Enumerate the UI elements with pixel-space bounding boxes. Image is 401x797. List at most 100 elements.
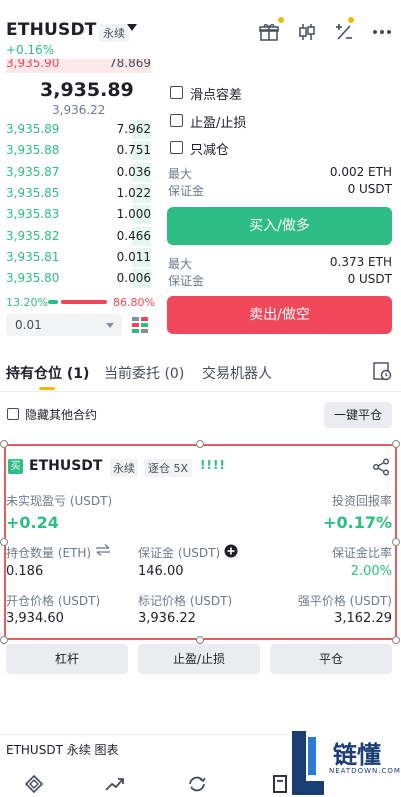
reduce-only-label: 只减仓: [190, 143, 230, 158]
liq-price-label: 强平价格 (USDT): [297, 594, 392, 608]
futures-icon[interactable]: [272, 774, 290, 797]
active-tab-indicator: [39, 387, 55, 390]
bid-price: 3,935.88: [6, 143, 60, 158]
home-icon[interactable]: [24, 774, 44, 797]
mark-price-value: 3,936.22: [138, 611, 196, 626]
chevron-down-icon: [106, 323, 114, 328]
markets-icon[interactable]: [104, 774, 126, 797]
bid-price: 3,935.87: [6, 164, 60, 179]
notification-dot: [278, 17, 284, 23]
leverage-button[interactable]: 杠杆: [6, 644, 128, 674]
bid-qty: 0.006: [116, 271, 151, 286]
resize-handle[interactable]: [196, 440, 204, 448]
precision-select[interactable]: 0.01: [6, 314, 122, 336]
watermark-title: 链懂: [333, 741, 381, 769]
bid-price: 3,935.80: [6, 271, 60, 286]
reduce-only-checkbox[interactable]: [170, 141, 183, 154]
bid-qty: 1.000: [116, 207, 151, 222]
buy-max-value: 0.002 ETH: [329, 165, 392, 179]
bid-row[interactable]: 3,935.82 0.466: [6, 226, 151, 247]
entry-price-label: 开仓价格 (USDT): [6, 594, 101, 608]
tabs-divider: [0, 391, 401, 392]
mark-price-label: 标记价格 (USDT): [138, 594, 233, 608]
resize-handle[interactable]: [0, 440, 8, 448]
add-margin-icon[interactable]: [224, 543, 238, 562]
share-icon[interactable]: [372, 458, 390, 480]
trade-icon[interactable]: [186, 774, 208, 797]
bid-price: 3,935.81: [6, 249, 60, 264]
candlestick-icon[interactable]: [296, 21, 318, 43]
watermark-logo-icon: [292, 731, 324, 795]
bid-row[interactable]: 3,935.81 0.011: [6, 247, 151, 268]
qty-label: 持仓数量 (ETH): [6, 546, 92, 560]
ask-qty: 78.869: [109, 59, 151, 70]
margin-value: 146.00: [138, 564, 184, 579]
sell-margin-value: 0 USDT: [347, 272, 392, 286]
watermark-subtitle: NEATDOWN.COM: [329, 767, 401, 775]
bid-row[interactable]: 3,935.80 0.006: [6, 268, 151, 289]
tp-sl-checkbox[interactable]: [170, 114, 183, 127]
resize-handle[interactable]: [196, 636, 204, 644]
precision-value: 0.01: [15, 318, 42, 332]
margin-ratio-value: 2.00%: [350, 564, 392, 579]
tp-sl-button[interactable]: 止盈/止损: [138, 644, 260, 674]
ask-price: 3,935.90: [6, 59, 60, 70]
resize-handle[interactable]: [0, 636, 8, 644]
entry-price-value: 3,934.60: [6, 611, 64, 626]
margin-label: 保证金 (USDT): [138, 546, 221, 560]
side-badge: 买: [8, 459, 23, 474]
bid-qty: 1.022: [116, 185, 151, 200]
chevron-down-icon[interactable]: [127, 24, 137, 31]
sell-max-value: 0.373 ETH: [329, 255, 392, 269]
leverage-badge[interactable]: 逐仓 5X: [144, 459, 193, 477]
resize-handle[interactable]: [392, 440, 400, 448]
bid-row[interactable]: 3,935.83 1.000: [6, 204, 151, 225]
sell-max-label: 最大: [168, 257, 193, 271]
margin-ratio-label: 保证金比率: [331, 546, 392, 560]
tab-positions[interactable]: 持有仓位 (1): [6, 363, 89, 383]
bid-row[interactable]: 3,935.89 7.962: [6, 119, 151, 140]
mark-price: 3,936.22: [52, 103, 106, 117]
chart-toggle[interactable]: ETHUSDT 永续 图表: [6, 741, 119, 758]
bid-ratio: 13.20%: [6, 296, 48, 309]
buy-long-button[interactable]: 买入/做多: [167, 207, 392, 245]
ask-row[interactable]: 3,935.90 78.869: [6, 59, 151, 73]
sell-short-button[interactable]: 卖出/做空: [167, 296, 392, 334]
liq-price-value: 3,162.29: [334, 611, 392, 626]
bid-qty: 0.751: [116, 143, 151, 158]
contract-type-badge: 永续: [99, 24, 129, 42]
tab-open-orders[interactable]: 当前委托 (0): [104, 363, 184, 383]
ask-ratio: 86.80%: [113, 296, 155, 309]
pnl-label: 未实现盈亏 (USDT): [6, 494, 113, 508]
more-icon[interactable]: [371, 21, 393, 43]
close-position-button[interactable]: 平仓: [270, 644, 392, 674]
bid-row[interactable]: 3,935.88 0.751: [6, 140, 151, 161]
tab-trading-bots[interactable]: 交易机器人: [202, 363, 272, 383]
resize-handle[interactable]: [392, 538, 400, 546]
swap-icon[interactable]: [95, 542, 111, 561]
slippage-checkbox[interactable]: [170, 86, 183, 99]
pnl-value: +0.24: [6, 513, 59, 532]
bid-row[interactable]: 3,935.85 1.022: [6, 183, 151, 204]
hide-other-checkbox[interactable]: [7, 408, 19, 420]
bid-qty: 7.962: [116, 122, 151, 136]
bid-ratio-bar: [48, 300, 58, 304]
symbol-title[interactable]: ETHUSDT: [6, 20, 97, 40]
price-change: +0.16%: [6, 43, 55, 57]
close-all-button[interactable]: 一键平仓: [324, 402, 392, 428]
last-price[interactable]: 3,935.89: [40, 79, 134, 101]
roe-label: 投资回报率: [331, 494, 392, 508]
bid-price: 3,935.85: [6, 185, 60, 200]
adl-indicator: !!!!: [200, 458, 226, 472]
orderbook-layout-icon[interactable]: [131, 316, 149, 334]
buy-max-label: 最大: [168, 167, 193, 181]
bid-row[interactable]: 3,935.87 0.036: [6, 162, 151, 183]
bid-price: 3,935.82: [6, 228, 60, 243]
ask-ratio-bar: [61, 300, 107, 304]
gift-icon[interactable]: [258, 21, 280, 43]
bid-qty: 0.036: [116, 164, 151, 179]
resize-handle[interactable]: [392, 636, 400, 644]
position-symbol[interactable]: ETHUSDT: [29, 458, 102, 474]
calculator-icon[interactable]: [333, 21, 355, 43]
order-history-icon[interactable]: [372, 361, 392, 385]
